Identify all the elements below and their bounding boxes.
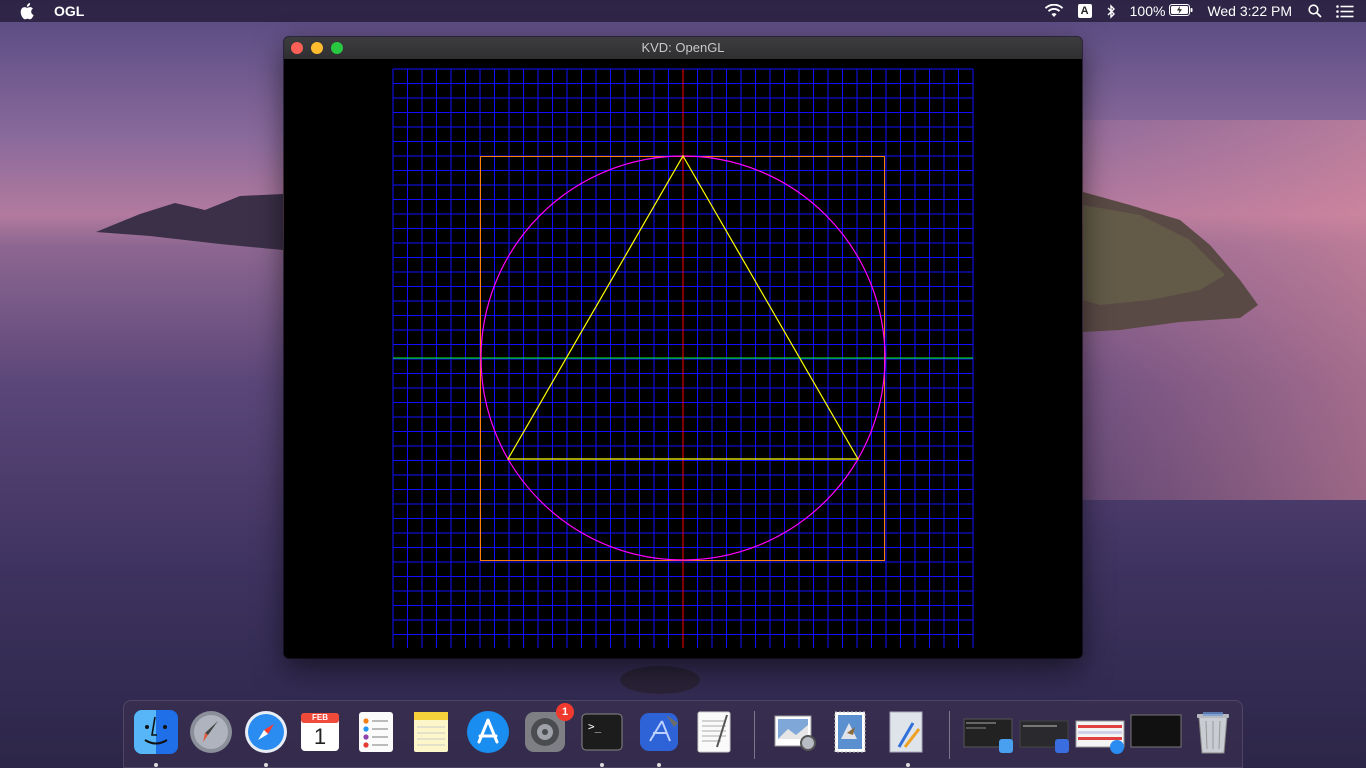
opengl-drawing	[392, 68, 974, 648]
window-title: KVD: OpenGL	[641, 40, 725, 55]
battery-status[interactable]: 100%	[1130, 3, 1194, 19]
dock-running-indicator	[600, 763, 604, 767]
opengl-canvas[interactable]	[284, 59, 1082, 658]
dock-terminal-icon[interactable]: >_	[579, 709, 625, 755]
battery-percent: 100%	[1129, 3, 1166, 19]
input-source-label: A	[1077, 4, 1092, 18]
spotlight-search-icon[interactable]	[1308, 4, 1322, 18]
dock-trash-icon[interactable]	[1190, 709, 1236, 755]
dock-separator	[754, 711, 755, 759]
dock: FEB 1 1 >_	[123, 700, 1243, 768]
dock-app-store-icon[interactable]	[465, 709, 511, 755]
menu-clock[interactable]: Wed 3:22 PM	[1207, 3, 1292, 19]
dock-calendar-icon[interactable]: FEB 1	[297, 709, 343, 755]
dock-xcode-icon[interactable]	[636, 709, 682, 755]
dock-minimized-window-3[interactable]	[1075, 709, 1127, 755]
app-menu-name[interactable]: OGL	[54, 3, 84, 19]
dock-separator	[949, 711, 950, 759]
dock-minimized-window-2[interactable]	[1019, 709, 1071, 755]
dock-instruments-icon[interactable]	[885, 709, 931, 755]
battery-icon	[1169, 3, 1193, 19]
dock-minimized-window-1[interactable]	[963, 709, 1015, 755]
bluetooth-icon[interactable]	[1106, 3, 1116, 19]
dock-reminders-icon[interactable]	[353, 709, 399, 755]
wifi-icon[interactable]	[1044, 4, 1064, 18]
dock-notes-icon[interactable]	[408, 709, 454, 755]
dock-running-indicator	[154, 763, 158, 767]
notification-badge: 1	[556, 703, 574, 721]
dock-running-indicator	[906, 763, 910, 767]
window-titlebar[interactable]: KVD: OpenGL	[284, 37, 1082, 60]
dock-preview-icon[interactable]	[772, 709, 818, 755]
dock-system-preferences-icon[interactable]: 1	[522, 703, 574, 755]
dock-safari-icon[interactable]	[243, 709, 289, 755]
dock-textedit-icon[interactable]	[691, 709, 737, 755]
calendar-month: FEB	[312, 713, 328, 722]
menu-bar: OGL A 100% Wed 3:22 PM	[0, 0, 1366, 22]
dock-running-indicator	[264, 763, 268, 767]
opengl-window: KVD: OpenGL	[284, 37, 1082, 658]
notification-center-icon[interactable]	[1336, 4, 1354, 18]
terminal-prompt: >_	[588, 720, 602, 733]
input-source-icon[interactable]: A	[1077, 4, 1092, 18]
apple-icon[interactable]	[20, 2, 36, 20]
dock-minimized-window-4[interactable]	[1130, 709, 1182, 755]
dock-finder-icon[interactable]	[133, 709, 179, 755]
dock-running-indicator	[657, 763, 661, 767]
dock-launchpad-icon[interactable]	[188, 709, 234, 755]
dock-mail-icon[interactable]	[827, 709, 873, 755]
calendar-day: 1	[313, 724, 327, 749]
